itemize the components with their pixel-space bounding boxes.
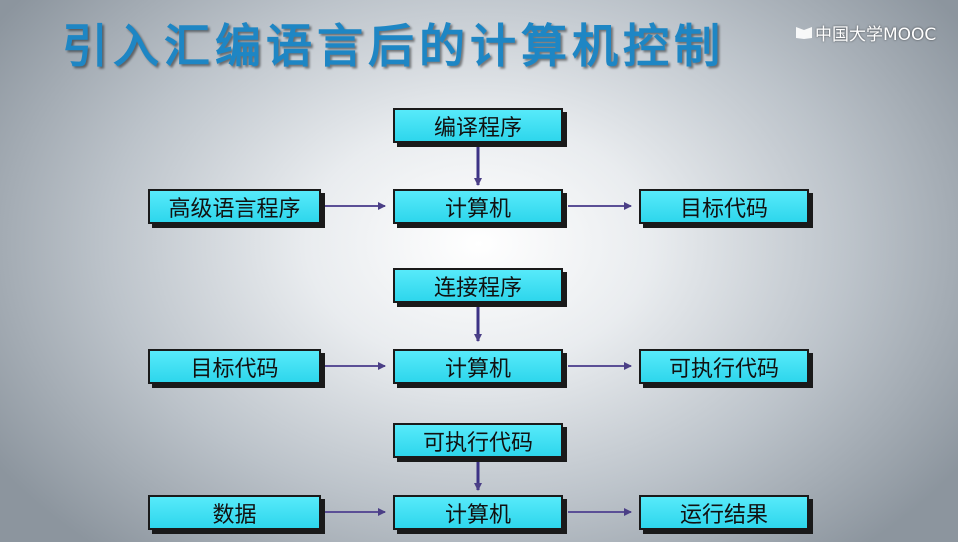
stage-1-input-box: 高级语言程序 [148, 189, 321, 224]
stage-1-center-box: 计算机 [393, 189, 563, 224]
stage-2-input-box: 目标代码 [148, 349, 321, 384]
stage-2-output-box: 可执行代码 [639, 349, 809, 384]
stage-3-top-box: 可执行代码 [393, 423, 563, 458]
stage-2-center-box: 计算机 [393, 349, 563, 384]
stage-1-top-box: 编译程序 [393, 108, 563, 143]
stage-3-output-box: 运行结果 [639, 495, 809, 530]
stage-1-output-box: 目标代码 [639, 189, 809, 224]
stage-3-input-box: 数据 [148, 495, 321, 530]
stage-2-top-box: 连接程序 [393, 268, 563, 303]
stage-3-center-box: 计算机 [393, 495, 563, 530]
